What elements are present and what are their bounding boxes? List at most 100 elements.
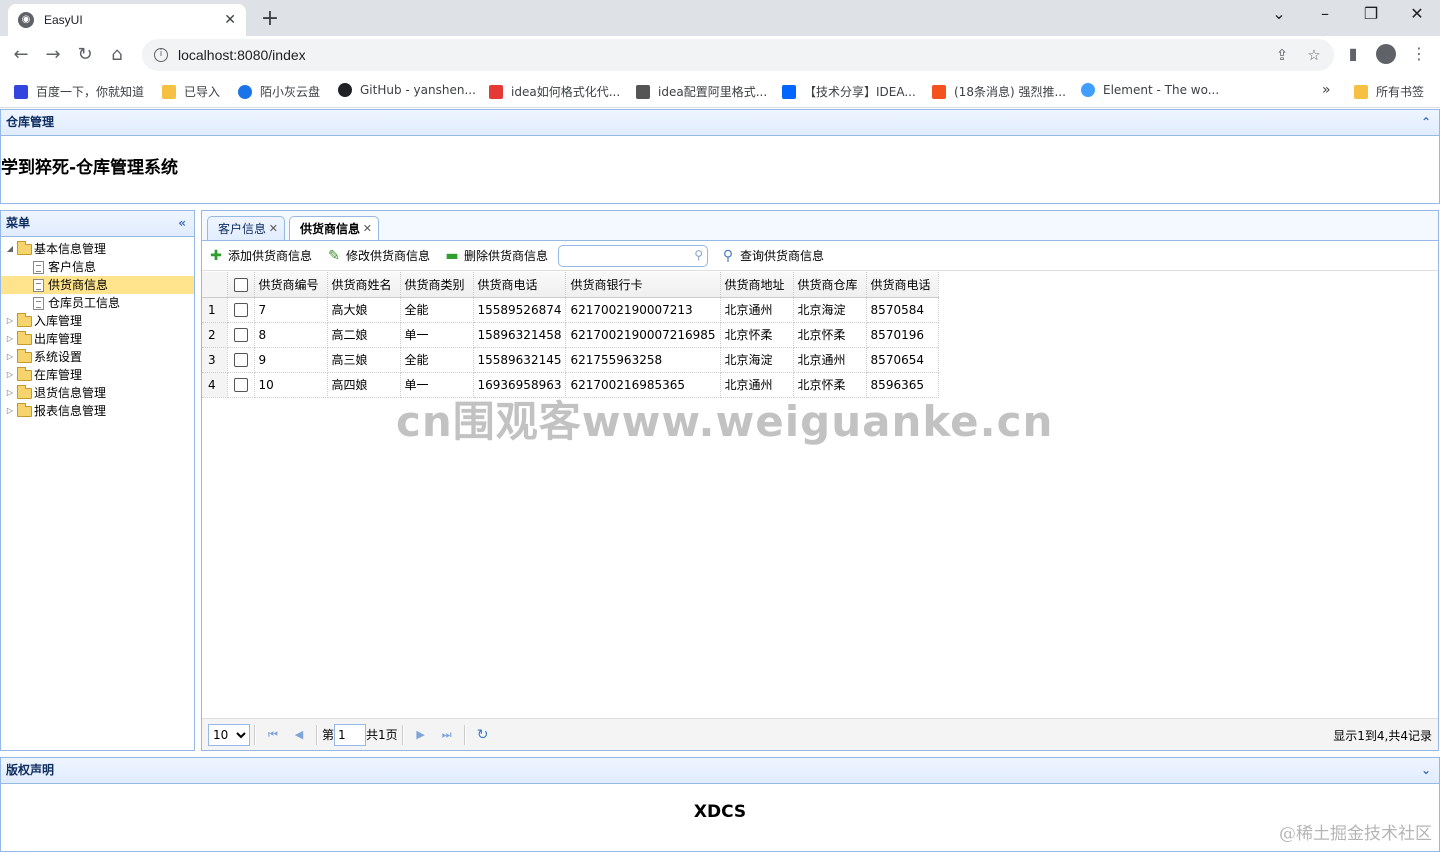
home-icon[interactable]: ⌂: [106, 44, 128, 66]
column-header[interactable]: 供货商电话: [473, 272, 567, 298]
first-page-icon[interactable]: ⏮: [264, 728, 282, 742]
more-bookmarks-icon[interactable]: »: [1322, 82, 1331, 98]
tab-supplier-info[interactable]: 供货商信息 ✕: [289, 216, 379, 243]
menu-dots-icon[interactable]: ⋮: [1408, 44, 1430, 63]
collapse-arrow-icon[interactable]: ▷: [5, 402, 15, 420]
table-cell: 7: [254, 297, 328, 323]
bookmark-item[interactable]: 陌小灰云盘: [238, 83, 320, 100]
collapse-left-icon[interactable]: «: [178, 211, 186, 236]
row-checkbox[interactable]: [233, 302, 248, 317]
tree-node[interactable]: 仓库员工信息: [1, 294, 194, 312]
select-all-cell: [227, 272, 255, 298]
side-panel-icon[interactable]: ▮: [1342, 44, 1364, 63]
column-header[interactable]: 供货商仓库: [793, 272, 867, 298]
new-tab-button[interactable]: +: [258, 6, 282, 31]
restore-icon[interactable]: ❐: [1358, 4, 1384, 23]
collapse-down-icon[interactable]: ⌄: [1421, 758, 1431, 783]
browser-tab[interactable]: ◉ EasyUI ✕: [8, 4, 246, 36]
close-tab-icon[interactable]: ✕: [224, 12, 236, 28]
column-header[interactable]: 供货商编号: [254, 272, 328, 298]
share-icon[interactable]: ⇪: [1272, 46, 1292, 64]
close-tab-icon[interactable]: ✕: [363, 217, 372, 241]
next-page-icon[interactable]: ▶: [412, 728, 430, 741]
menu-panel-body: ◢ 基本信息管理客户信息供货商信息 仓库员工信息 ▷ 入库管理 ▷ 出库管理 ▷ 系统设置 ▷ 在库…: [0, 237, 195, 751]
tree-node[interactable]: ▷ 报表信息管理: [1, 402, 194, 420]
bookmark-item[interactable]: GitHub - yanshen...: [338, 83, 476, 97]
tree-node[interactable]: ▷ 入库管理: [1, 312, 194, 330]
tree-node[interactable]: ◢ 基本信息管理: [1, 240, 194, 258]
all-bookmarks[interactable]: 所有书签: [1354, 83, 1424, 100]
row-checkbox[interactable]: [233, 327, 248, 342]
search-input[interactable]: ⚲: [558, 244, 709, 267]
table-cell: 6217002190007213: [565, 297, 721, 323]
bookmark-item[interactable]: 已导入: [162, 83, 220, 100]
remove-icon: ▬: [445, 247, 459, 264]
close-window-icon[interactable]: ✕: [1404, 4, 1430, 23]
tree-node-label: 客户信息: [48, 260, 97, 274]
bookmark-item[interactable]: 百度一下，你就知道: [14, 83, 144, 100]
page-size-select[interactable]: 10: [208, 723, 250, 746]
column-header[interactable]: 供货商姓名: [327, 272, 401, 298]
table-row[interactable]: 1 7 高大娘 全能 15589526874 6217002190007213 北京通州 北京…: [202, 297, 939, 323]
bookmark-item[interactable]: Element - The wo...: [1081, 83, 1219, 97]
collapse-arrow-icon[interactable]: ▷: [5, 312, 15, 330]
select-all-checkbox[interactable]: [233, 277, 248, 292]
menu-panel-header: 菜单 «: [0, 210, 195, 237]
table-row[interactable]: 2 8 高二娘 单一 15896321458 6217002190007216985 北京怀…: [202, 322, 939, 348]
tab-search-icon[interactable]: ⌄: [1266, 4, 1292, 23]
row-checkbox[interactable]: [233, 377, 248, 392]
tree-node[interactable]: ▷ 退货信息管理: [1, 384, 194, 402]
tree-node[interactable]: ▷ 在库管理: [1, 366, 194, 384]
refresh-icon[interactable]: ↻: [474, 727, 492, 743]
column-header[interactable]: 供货商银行卡: [565, 272, 721, 298]
minimize-icon[interactable]: –: [1312, 4, 1338, 23]
table-cell: 高三娘: [327, 347, 401, 373]
tree-node[interactable]: 客户信息: [1, 258, 194, 276]
bookmark-item[interactable]: idea配置阿里格式...: [636, 83, 767, 100]
folder-icon: [17, 312, 32, 327]
column-header[interactable]: 供货商电话: [866, 272, 939, 298]
folder-icon: [162, 84, 176, 99]
page-number-input[interactable]: [334, 723, 367, 746]
column-header[interactable]: 供货商类别: [400, 272, 474, 298]
prev-page-icon[interactable]: ◀: [290, 728, 308, 741]
bookmark-star-icon[interactable]: ☆: [1304, 46, 1324, 64]
tree-node[interactable]: ▷ 出库管理: [1, 330, 194, 348]
collapse-arrow-icon[interactable]: ▷: [5, 330, 15, 348]
expand-arrow-icon[interactable]: ◢: [5, 240, 15, 258]
datagrid-pager: 10 ⏮ ◀ 第 共1页 ▶ ⏭ ↻ 显示1到4,共4记录: [202, 718, 1438, 750]
collapse-arrow-icon[interactable]: ▷: [5, 384, 15, 402]
tab-customer-info[interactable]: 客户信息 ✕: [207, 216, 285, 242]
forward-icon[interactable]: →: [42, 44, 64, 66]
back-icon[interactable]: ←: [10, 44, 32, 66]
last-page-icon[interactable]: ⏭: [438, 728, 456, 742]
table-cell: 高大娘: [327, 297, 401, 323]
collapse-arrow-icon[interactable]: ▷: [5, 348, 15, 366]
collapse-arrow-icon[interactable]: ▷: [5, 366, 15, 384]
delete-supplier-button[interactable]: ▬ 删除供货商信息: [444, 247, 548, 264]
search-icon[interactable]: ⚲: [694, 248, 703, 262]
page-body: 仓库管理 ⌃ 学到猝死-仓库管理系统 菜单 « ◢ 基本信息管理 客户信息 供货商信息…: [0, 109, 1440, 852]
link-icon: [636, 84, 650, 99]
bookmark-item[interactable]: 【技术分享】IDEA...: [782, 83, 916, 100]
folder-icon: [17, 330, 32, 345]
pencil-icon: ✎: [328, 247, 340, 264]
close-tab-icon[interactable]: ✕: [269, 217, 278, 241]
folder-icon: [17, 384, 32, 399]
collapse-up-icon[interactable]: ⌃: [1421, 110, 1431, 135]
reload-icon[interactable]: ↻: [74, 44, 96, 66]
profile-avatar[interactable]: [1376, 44, 1396, 64]
bookmark-item[interactable]: idea如何格式化代...: [489, 83, 620, 100]
query-supplier-button[interactable]: ⚲ 查询供货商信息: [720, 247, 824, 264]
tree-node[interactable]: 供货商信息: [1, 276, 194, 294]
address-bar[interactable]: i localhost:8080/index: [142, 39, 1334, 71]
tree-node[interactable]: ▷ 系统设置: [1, 348, 194, 366]
bookmark-item[interactable]: (18条消息) 强烈推...: [932, 83, 1066, 100]
row-number: 4: [202, 372, 228, 398]
edit-supplier-button[interactable]: ✎ 修改供货商信息: [326, 247, 430, 264]
column-header[interactable]: 供货商地址: [720, 272, 794, 298]
table-row[interactable]: 3 9 高三娘 全能 15589632145 621755963258 北京海淀 北京通州 85…: [202, 347, 939, 373]
add-supplier-button[interactable]: ✚ 添加供货商信息: [208, 247, 312, 264]
site-info-icon[interactable]: i: [154, 48, 168, 62]
row-checkbox[interactable]: [233, 352, 248, 367]
